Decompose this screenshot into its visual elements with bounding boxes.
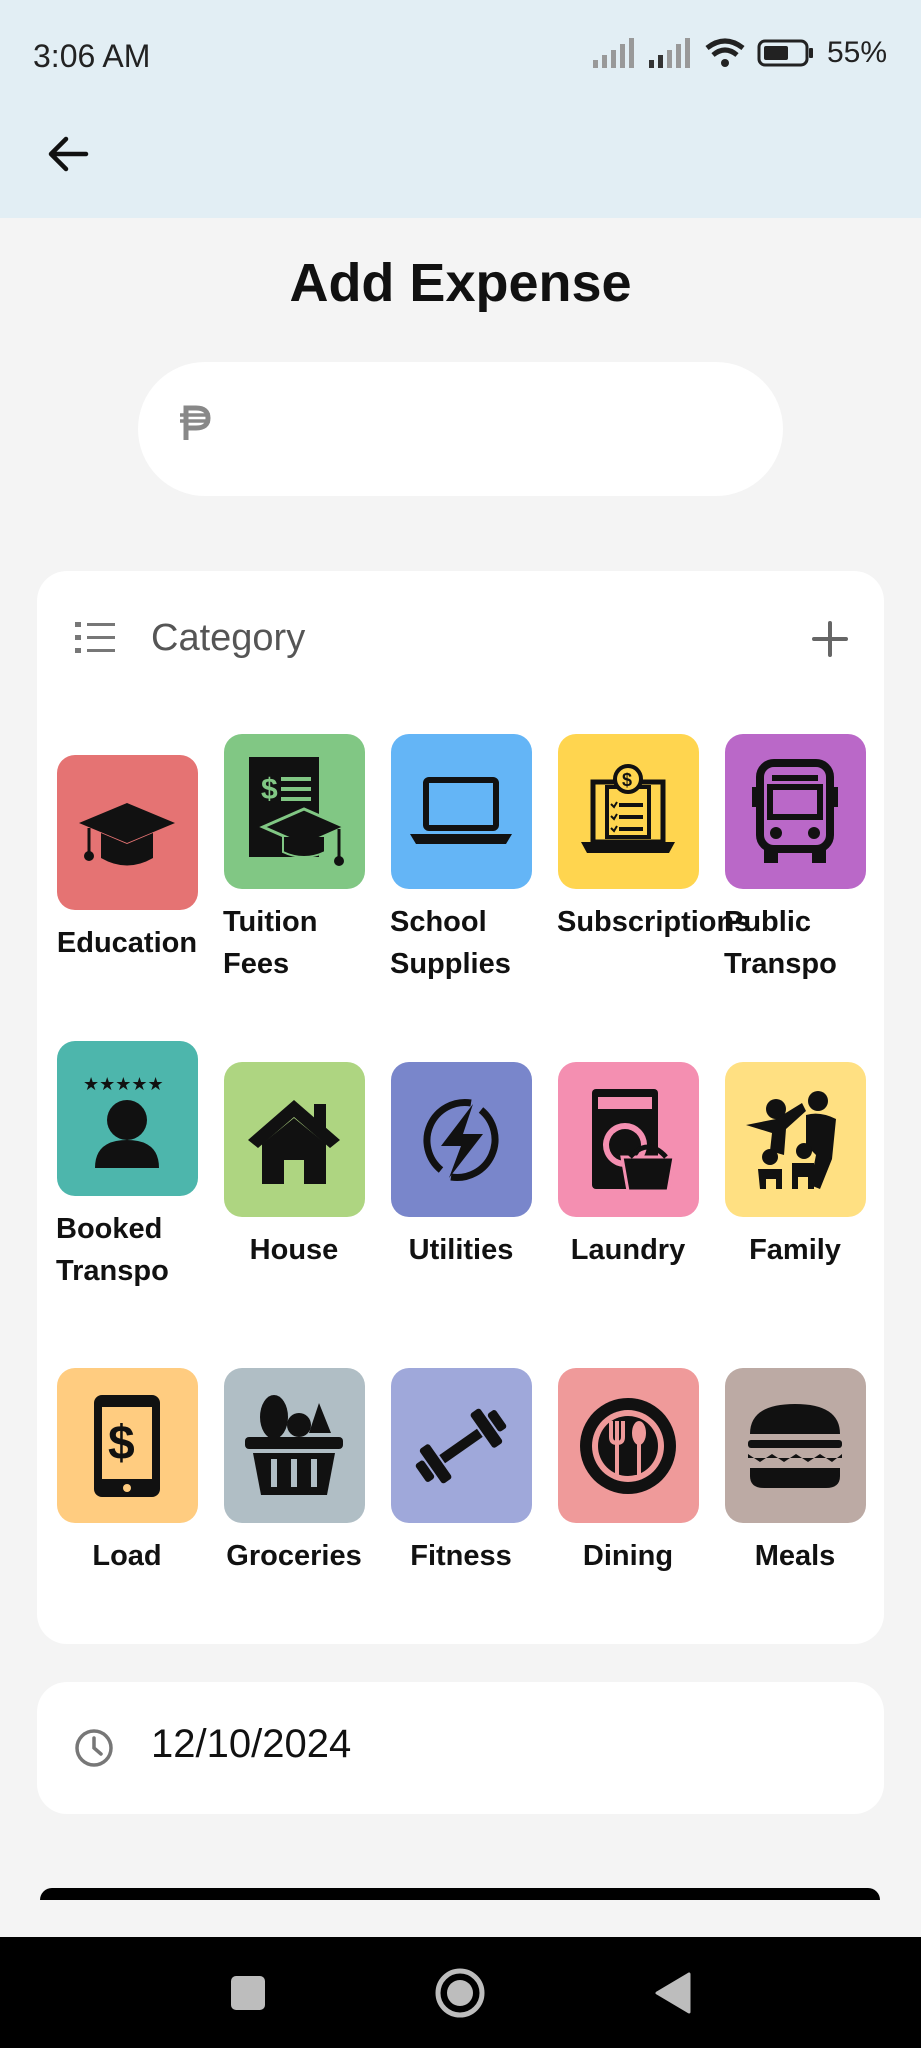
category-house[interactable]: House (221, 1062, 367, 1271)
category-tile (557, 1062, 699, 1217)
category-tile (390, 734, 532, 889)
category-card: Category Education $ Tuition Fees School… (37, 571, 884, 1644)
graduation-cap-icon (79, 802, 175, 865)
category-tuition-fees[interactable]: $ Tuition Fees (221, 734, 367, 985)
category-tile: $ (557, 734, 699, 889)
category-laundry[interactable]: Laundry (555, 1062, 701, 1271)
amount-field[interactable] (138, 362, 783, 496)
category-groceries[interactable]: Groceries (221, 1368, 367, 1577)
date-picker[interactable]: 12/10/2024 (37, 1682, 884, 1814)
category-school-supplies[interactable]: School Supplies (388, 734, 534, 985)
category-fitness[interactable]: Fitness (388, 1368, 534, 1577)
category-load[interactable]: $ Load (54, 1368, 200, 1577)
wifi-icon (705, 38, 745, 67)
house-icon (248, 1099, 340, 1184)
bus-icon (752, 758, 838, 863)
category-label: Dining (582, 1540, 674, 1572)
page-title: Add Expense (289, 253, 632, 313)
amount-input[interactable] (238, 392, 742, 468)
triangle-back-icon (655, 1972, 691, 2014)
category-utilities[interactable]: Utilities (388, 1062, 534, 1271)
category-label: Booked Transpo (56, 1213, 169, 1287)
washing-machine-icon (592, 1088, 676, 1192)
subscription-invoice-icon: $ (581, 763, 675, 853)
svg-text:$: $ (108, 1417, 135, 1470)
category-education[interactable]: Education (54, 755, 200, 964)
home-circle-icon (435, 1968, 485, 2018)
category-tile: $ (56, 1368, 198, 1523)
app-bar: 3:06 AM 55% (0, 0, 921, 218)
arrow-left-icon (48, 136, 89, 172)
category-tile (223, 1062, 365, 1217)
save-button[interactable] (40, 1888, 880, 1900)
category-label: Education (56, 927, 198, 959)
signal-icon (648, 38, 690, 68)
category-label: Groceries (226, 1540, 362, 1572)
laptop-icon (410, 776, 512, 844)
status-time: 3:06 AM (33, 38, 151, 74)
back-button[interactable] (36, 122, 100, 186)
svg-text:$: $ (622, 770, 632, 790)
plate-utensils-icon (580, 1397, 676, 1494)
home-button[interactable] (430, 1963, 490, 2023)
category-dining[interactable]: Dining (555, 1368, 701, 1577)
recents-button[interactable] (218, 1963, 278, 2023)
category-tile: $ (223, 734, 365, 889)
category-label: Public Transpo (724, 906, 837, 980)
category-public-transpo[interactable]: Public Transpo (722, 734, 868, 985)
category-label: Family (749, 1234, 841, 1266)
category-tile (223, 1368, 365, 1523)
battery-icon (757, 39, 813, 67)
add-category-button[interactable] (806, 615, 854, 663)
square-icon (231, 1976, 265, 2010)
tuition-document-icon: $ (249, 756, 349, 866)
phone-dollar-icon: $ (94, 1394, 160, 1497)
svg-text:$: $ (261, 773, 278, 806)
category-label: Meals (754, 1540, 836, 1572)
burger-icon (748, 1403, 842, 1488)
category-subscriptions[interactable]: $ Subscriptions (555, 734, 751, 943)
lightning-icon (423, 1098, 499, 1181)
category-tile (557, 1368, 699, 1523)
status-icons: 55% (592, 36, 887, 70)
dumbbell-icon (415, 1408, 507, 1483)
category-tile (724, 1368, 866, 1523)
category-tile (390, 1062, 532, 1217)
grocery-basket-icon (245, 1394, 343, 1495)
date-value: 12/10/2024 (151, 1722, 352, 1766)
category-label: Fitness (410, 1540, 512, 1572)
peso-icon (180, 405, 211, 440)
battery-percent: 55% (826, 36, 887, 69)
back-nav-button[interactable] (643, 1963, 703, 2023)
system-nav-bar (0, 1937, 921, 2048)
category-label: School Supplies (390, 906, 511, 980)
clock-icon (75, 1729, 113, 1767)
driver-rating-icon: ★★★★★ (83, 1074, 164, 1168)
category-label: Utilities (408, 1234, 514, 1266)
category-label: Load (92, 1540, 162, 1572)
category-tile (390, 1368, 532, 1523)
category-label: Tuition Fees (223, 906, 318, 980)
category-tile (724, 734, 866, 889)
category-label: Subscriptions (557, 906, 751, 938)
category-family[interactable]: Family (722, 1062, 868, 1271)
category-title: Category (151, 617, 306, 659)
category-label: House (249, 1234, 339, 1266)
svg-text:★★★★★: ★★★★★ (83, 1074, 164, 1095)
category-tile (56, 755, 198, 910)
category-booked-transpo[interactable]: ★★★★★ Booked Transpo (54, 1041, 200, 1292)
category-tile (724, 1062, 866, 1217)
category-meals[interactable]: Meals (722, 1368, 868, 1577)
category-tile: ★★★★★ (56, 1041, 198, 1196)
list-icon (75, 622, 115, 653)
family-icon (746, 1090, 836, 1189)
signal-icon (592, 38, 634, 68)
category-label: Laundry (570, 1234, 686, 1266)
